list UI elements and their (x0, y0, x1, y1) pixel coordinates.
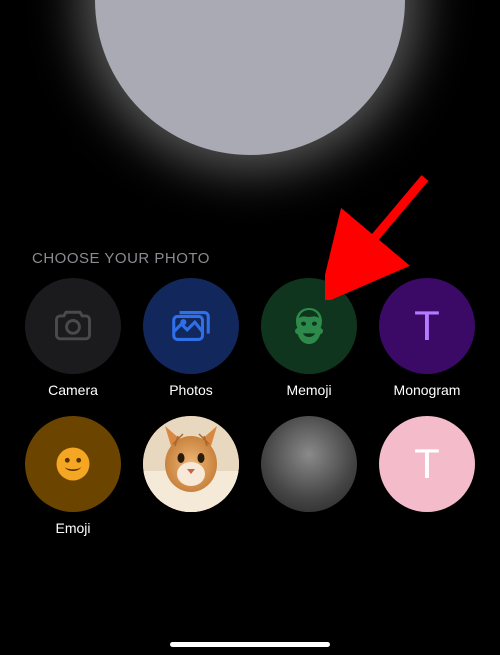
option-label (425, 520, 429, 536)
photos-icon (168, 303, 214, 349)
avatar-preview (95, 0, 405, 155)
option-suggested-pink-monogram[interactable]: T (378, 416, 476, 536)
option-label: Photos (169, 382, 213, 398)
photos-circle (143, 278, 239, 374)
pink-monogram-circle: T (379, 416, 475, 512)
suggested-photo-kitten (143, 416, 239, 512)
option-label: Monogram (394, 382, 461, 398)
memoji-icon (285, 302, 333, 350)
option-label (189, 520, 193, 536)
camera-icon (51, 304, 95, 348)
kitten-image (143, 416, 239, 512)
emoji-circle (25, 416, 121, 512)
photo-options-grid: Camera Photos Memoji T Monogram (24, 278, 476, 536)
option-memoji[interactable]: Memoji (260, 278, 358, 398)
suggested-gray-circle (261, 416, 357, 512)
option-monogram[interactable]: T Monogram (378, 278, 476, 398)
camera-circle (25, 278, 121, 374)
monogram-letter: T (414, 440, 440, 488)
home-indicator[interactable] (170, 642, 330, 647)
option-suggested-photo-1[interactable] (142, 416, 240, 536)
option-label (307, 520, 311, 536)
option-label: Memoji (286, 382, 331, 398)
emoji-icon (55, 446, 91, 482)
option-photos[interactable]: Photos (142, 278, 240, 398)
option-suggested-gray[interactable] (260, 416, 358, 536)
option-emoji[interactable]: Emoji (24, 416, 122, 536)
monogram-letter: T (414, 302, 440, 350)
option-label: Camera (48, 382, 98, 398)
option-label: Emoji (55, 520, 90, 536)
monogram-circle: T (379, 278, 475, 374)
option-camera[interactable]: Camera (24, 278, 122, 398)
section-title: CHOOSE YOUR PHOTO (32, 250, 210, 267)
memoji-circle (261, 278, 357, 374)
